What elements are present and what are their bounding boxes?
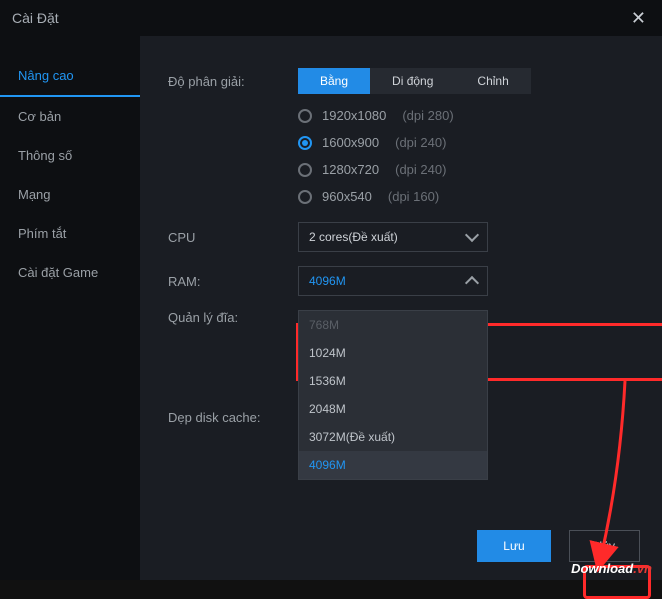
resolution-value: 1600x900	[322, 135, 379, 150]
ram-dropdown: 768M 1024M 1536M 2048M 3072M(Đề xuất) 40…	[298, 310, 488, 480]
ram-select[interactable]: 4096M	[298, 266, 488, 296]
sidebar-item-specs[interactable]: Thông số	[0, 136, 140, 175]
sidebar-item-basic[interactable]: Cơ bản	[0, 97, 140, 136]
close-icon[interactable]: ✕	[627, 8, 650, 29]
ram-option[interactable]: 4096M	[299, 451, 487, 479]
cpu-label: CPU	[168, 230, 298, 245]
resolution-option[interactable]: 1600x900 (dpi 240)	[298, 135, 634, 150]
disk-label: Quản lý đĩa:	[168, 310, 298, 325]
resolution-options: 1920x1080 (dpi 280) 1600x900 (dpi 240) 1…	[298, 108, 634, 204]
ram-option[interactable]: 2048M	[299, 395, 487, 423]
ram-option[interactable]: 1536M	[299, 367, 487, 395]
resolution-value: 960x540	[322, 189, 372, 204]
resolution-dpi: (dpi 240)	[395, 162, 446, 177]
resolution-mode-segment: Bằng Di động Chỉnh	[298, 68, 531, 94]
ram-option[interactable]: 768M	[299, 311, 487, 339]
resolution-label: Độ phân giải:	[168, 74, 298, 89]
save-button[interactable]: Lưu	[477, 530, 550, 562]
chevron-up-icon	[465, 276, 479, 290]
radio-icon	[298, 109, 312, 123]
resolution-value: 1920x1080	[322, 108, 386, 123]
cancel-button[interactable]: Hủy	[569, 530, 640, 562]
cpu-select[interactable]: 2 cores(Đề xuất)	[298, 222, 488, 252]
radio-icon	[298, 163, 312, 177]
chevron-down-icon	[465, 228, 479, 242]
resolution-option[interactable]: 1920x1080 (dpi 280)	[298, 108, 634, 123]
sidebar: Nâng cao Cơ bản Thông số Mạng Phím tắt C…	[0, 36, 140, 580]
resolution-dpi: (dpi 160)	[388, 189, 439, 204]
window-title: Cài Đặt	[12, 10, 59, 26]
resolution-value: 1280x720	[322, 162, 379, 177]
seg-equal[interactable]: Bằng	[298, 68, 370, 94]
resolution-option[interactable]: 1280x720 (dpi 240)	[298, 162, 634, 177]
titlebar: Cài Đặt ✕	[0, 0, 662, 36]
resolution-dpi: (dpi 280)	[402, 108, 453, 123]
ram-label: RAM:	[168, 274, 298, 289]
sidebar-item-network[interactable]: Mạng	[0, 175, 140, 214]
cpu-value: 2 cores(Đề xuất)	[309, 230, 398, 244]
seg-custom[interactable]: Chỉnh	[455, 68, 530, 94]
watermark: Download.vn	[571, 561, 652, 576]
resolution-dpi: (dpi 240)	[395, 135, 446, 150]
resolution-option[interactable]: 960x540 (dpi 160)	[298, 189, 634, 204]
ram-value: 4096M	[309, 274, 346, 288]
seg-mobile[interactable]: Di động	[370, 68, 455, 94]
ram-option[interactable]: 1024M	[299, 339, 487, 367]
main-panel: Độ phân giải: Bằng Di động Chỉnh 1920x10…	[140, 36, 662, 580]
radio-icon	[298, 190, 312, 204]
cache-label: Dẹp disk cache:	[168, 410, 298, 425]
sidebar-item-advanced[interactable]: Nâng cao	[0, 56, 140, 97]
radio-icon	[298, 136, 312, 150]
sidebar-item-game[interactable]: Cài đặt Game	[0, 253, 140, 292]
ram-option[interactable]: 3072M(Đề xuất)	[299, 423, 487, 451]
sidebar-item-shortcuts[interactable]: Phím tắt	[0, 214, 140, 253]
